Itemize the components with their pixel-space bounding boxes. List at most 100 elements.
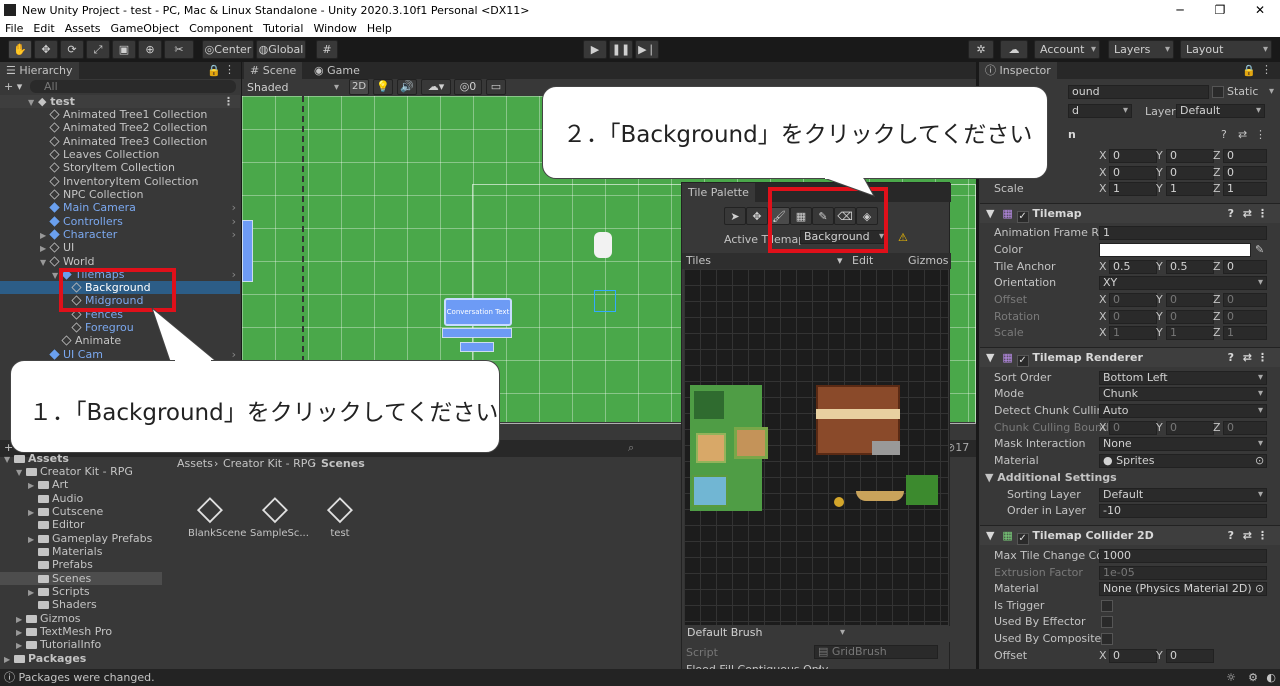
- component-menu-icon[interactable]: ⋮: [1257, 204, 1268, 224]
- hierarchy-search-input[interactable]: All: [30, 80, 236, 93]
- menu-edit[interactable]: Edit: [28, 22, 59, 35]
- tilemap-renderer-header[interactable]: ▼ ▦ ✓ Tilemap Renderer ? ⇄ ⋮: [980, 347, 1280, 367]
- used-by-composite-checkbox[interactable]: [1101, 633, 1113, 645]
- list-item[interactable]: StoryItem Collection: [0, 161, 240, 174]
- scene-asset-tile[interactable]: ◇ SampleSc...: [250, 488, 309, 539]
- list-item[interactable]: ▶ Character ›: [0, 228, 240, 241]
- pivot-global-button[interactable]: ◍Global: [256, 40, 306, 59]
- position-z-field[interactable]: 0: [1223, 149, 1267, 163]
- transform-tool-icon[interactable]: ⊕: [138, 40, 162, 59]
- used-by-effector-checkbox[interactable]: [1101, 616, 1113, 628]
- mode-dropdown[interactable]: Chunk: [1099, 387, 1267, 401]
- list-item[interactable]: Animated Tree1 Collection: [0, 108, 240, 121]
- tab-game[interactable]: ◉ Game: [308, 62, 366, 79]
- rotation-x-field[interactable]: 0: [1109, 166, 1157, 180]
- static-dropdown[interactable]: Static: [1227, 85, 1277, 99]
- expand-arrow-icon[interactable]: ▼: [985, 471, 997, 484]
- progress-icon[interactable]: ◐: [1266, 669, 1276, 686]
- list-item[interactable]: ▼ World: [0, 255, 240, 268]
- brush-dropdown[interactable]: Default Brush: [684, 627, 848, 641]
- palette-tile-grid[interactable]: [684, 269, 948, 625]
- rotate-tool-icon[interactable]: ⟳: [60, 40, 84, 59]
- folder-item[interactable]: Shaders: [0, 598, 162, 611]
- visibility-icon[interactable]: ◎0: [454, 79, 482, 95]
- object-picker-icon[interactable]: ⊙: [1255, 453, 1264, 469]
- component-menu-icon[interactable]: ⋮: [1255, 128, 1266, 141]
- layout-dropdown[interactable]: Layout: [1180, 40, 1272, 59]
- tilemap-component-header[interactable]: ▼ ▦ ✓ Tilemap ? ⇄ ⋮: [980, 203, 1280, 223]
- position-y-field[interactable]: 0: [1166, 149, 1214, 163]
- light-icon[interactable]: 💡: [373, 79, 393, 95]
- chevron-right-icon[interactable]: ›: [232, 201, 236, 214]
- rotation-y-field[interactable]: 0: [1166, 166, 1214, 180]
- settings-icon[interactable]: ⇄: [1238, 128, 1247, 141]
- tilemap-collider-header[interactable]: ▼ ▦ ✓ Tilemap Collider 2D ? ⇄ ⋮: [980, 525, 1280, 545]
- additional-settings-row[interactable]: ▼ Additional Settings: [983, 470, 1275, 486]
- chevron-right-icon[interactable]: ›: [232, 268, 236, 281]
- panel-menu-icon[interactable]: ⋮: [1261, 63, 1272, 76]
- add-object-button[interactable]: + ▾: [4, 80, 24, 93]
- component-menu-icon[interactable]: ⋮: [1257, 348, 1268, 368]
- shading-dropdown[interactable]: Shaded: [244, 79, 342, 96]
- debug-icon[interactable]: ☼: [1226, 669, 1236, 686]
- menu-help[interactable]: Help: [362, 22, 397, 35]
- folder-item[interactable]: Materials: [0, 545, 162, 558]
- help-icon[interactable]: ?: [1228, 348, 1234, 368]
- layer-dropdown[interactable]: Default: [1176, 104, 1265, 118]
- list-item[interactable]: Animated Tree3 Collection: [0, 135, 240, 148]
- expand-arrow-icon[interactable]: ▼: [986, 351, 994, 364]
- menu-component[interactable]: Component: [184, 22, 258, 35]
- cloud-icon[interactable]: ☁: [1000, 40, 1028, 59]
- breadcrumb-scenes[interactable]: Scenes: [321, 457, 365, 470]
- rect-tool-icon[interactable]: ▣: [112, 40, 136, 59]
- object-name-input[interactable]: ound: [1068, 85, 1209, 99]
- scale-x-field[interactable]: 1: [1109, 182, 1157, 196]
- chevron-right-icon[interactable]: ›: [232, 215, 236, 228]
- camera-icon[interactable]: ▭: [486, 79, 506, 95]
- folder-item-selected[interactable]: Scenes: [0, 572, 162, 585]
- folder-item[interactable]: ▶ TutorialInfo: [0, 638, 162, 651]
- select-tool-icon[interactable]: ➤: [724, 207, 746, 225]
- renderer-enabled-checkbox[interactable]: ✓: [1016, 355, 1029, 367]
- tab-scene[interactable]: # Scene: [244, 62, 303, 79]
- scale-tool-icon[interactable]: ⤢: [86, 40, 110, 59]
- menu-file[interactable]: File: [0, 22, 28, 35]
- menu-assets[interactable]: Assets: [60, 22, 106, 35]
- anchor-x-field[interactable]: 0.5: [1109, 260, 1157, 274]
- play-button[interactable]: ▶: [583, 40, 607, 59]
- settings-icon[interactable]: ⇄: [1243, 526, 1252, 546]
- collab-icon[interactable]: ✲: [968, 40, 994, 59]
- expand-arrow-icon[interactable]: ▼: [986, 207, 994, 220]
- expand-arrow-icon[interactable]: ▶: [28, 479, 38, 492]
- physics-material-field[interactable]: None (Physics Material 2D): [1099, 582, 1267, 596]
- folder-item[interactable]: ▶ Scripts: [0, 585, 162, 598]
- expand-arrow-icon[interactable]: ▶: [40, 242, 50, 255]
- color-swatch[interactable]: [1099, 243, 1251, 257]
- mode-2d-toggle[interactable]: 2D: [349, 79, 369, 95]
- material-field[interactable]: ● Sprites: [1099, 454, 1267, 468]
- packages-root[interactable]: ▶ Packages: [0, 652, 162, 665]
- scene-row[interactable]: ▼ ◆ test ⋮: [0, 95, 240, 108]
- folder-item[interactable]: ▼ Creator Kit - RPG: [0, 465, 162, 478]
- list-item[interactable]: Leaves Collection: [0, 148, 240, 161]
- assets-root[interactable]: ▼ Assets: [0, 452, 162, 465]
- mask-dropdown[interactable]: None: [1099, 437, 1267, 451]
- tilemap-enabled-checkbox[interactable]: ✓: [1016, 211, 1029, 223]
- folder-item[interactable]: Editor: [0, 518, 162, 531]
- order-in-layer-field[interactable]: -10: [1099, 504, 1267, 518]
- lock-icon[interactable]: 🔒: [1242, 64, 1256, 77]
- list-item[interactable]: Controllers ›: [0, 215, 240, 228]
- sorting-layer-dropdown[interactable]: Default: [1099, 488, 1267, 502]
- pivot-center-button[interactable]: ◎Center: [202, 40, 254, 59]
- breadcrumb-assets[interactable]: Assets: [177, 457, 213, 470]
- close-button[interactable]: ✕: [1240, 0, 1280, 20]
- scene-asset-tile[interactable]: ◇ test: [318, 488, 362, 539]
- minimize-button[interactable]: ─: [1160, 0, 1200, 20]
- search-icon[interactable]: ⌕: [628, 441, 634, 455]
- folder-item[interactable]: ▶ TextMesh Pro: [0, 625, 162, 638]
- collider-offset-y-field[interactable]: 0: [1166, 649, 1214, 663]
- menu-gameobject[interactable]: GameObject: [106, 22, 185, 35]
- maximize-button[interactable]: ❐: [1200, 0, 1240, 20]
- eyedropper-icon[interactable]: ✎: [1255, 242, 1264, 258]
- tab-inspector[interactable]: ⓘ Inspector: [979, 62, 1057, 79]
